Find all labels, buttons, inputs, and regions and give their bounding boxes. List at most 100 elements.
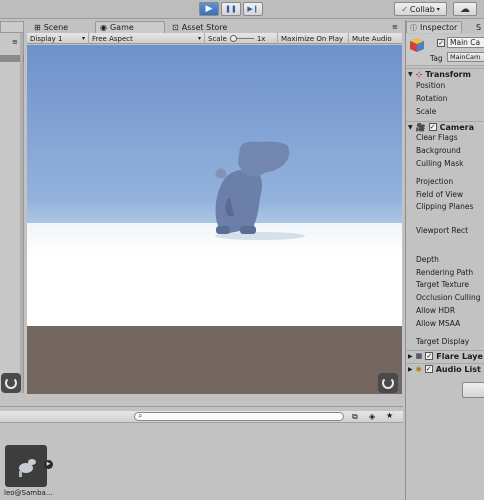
tab-game[interactable]: ◉ Game <box>95 21 165 33</box>
foldout-arrow-icon: ▶ <box>408 352 413 360</box>
pause-icon: ❚❚ <box>225 5 237 13</box>
filter-type-icon[interactable]: ⧉ <box>352 412 358 422</box>
second-tab-label: S <box>476 23 482 32</box>
refresh-icon <box>382 377 394 389</box>
hierarchy-menu-icon[interactable]: ≡ <box>12 38 18 46</box>
hierarchy-panel[interactable]: ≡ <box>0 33 24 393</box>
asset-tile[interactable] <box>5 445 47 487</box>
object-header: ✓ Main Ca Tag MainCam <box>406 34 484 66</box>
aspect-dropdown[interactable]: Free Aspect ▾ <box>89 33 205 44</box>
play-button[interactable]: ▶ <box>199 2 219 16</box>
scene-icon: ⊞ <box>34 22 41 32</box>
gameobject-cube-icon <box>410 38 424 52</box>
camera-allow-msaa-label: Allow MSAA <box>416 319 461 328</box>
aspect-label: Free Aspect <box>92 34 133 43</box>
refresh-icon <box>5 377 17 389</box>
game-panel-menu-icon[interactable]: ≡ <box>392 23 398 31</box>
object-name-field[interactable]: Main Ca <box>447 37 484 48</box>
camera-title: Camera <box>439 122 474 132</box>
tab-asset-store-label: Asset Store <box>181 22 228 32</box>
character-model <box>215 141 305 240</box>
chevron-down-icon: ▾ <box>81 35 85 42</box>
camera-culling-mask-label: Culling Mask <box>416 159 464 168</box>
game-icon: ◉ <box>100 23 107 32</box>
inspector-panel: ⓘ Inspector S ✓ Main Ca Tag MainCam ▼ ⊹ … <box>405 20 484 500</box>
project-search-field[interactable]: ⌕ <box>134 411 344 421</box>
foldout-arrow-icon: ▶ <box>408 365 413 373</box>
object-name: Main Ca <box>450 38 481 47</box>
filter-label-icon[interactable]: ◈ <box>369 412 375 421</box>
camera-header[interactable]: ▼ 🎥 ✓ Camera <box>406 121 484 132</box>
collab-label: Collab <box>409 4 435 14</box>
tab-asset-store[interactable]: ⊡ Asset Store <box>168 21 231 33</box>
audio-listener-header[interactable]: ▶ ◉ ✓ Audio List <box>406 363 484 374</box>
second-tab[interactable]: S <box>476 23 481 32</box>
left-top-tab <box>0 21 24 33</box>
viewport-gizmo-right[interactable] <box>378 373 398 393</box>
display-dropdown[interactable]: Display 1 ▾ <box>27 33 89 44</box>
audio-listener-checkbox[interactable]: ✓ <box>424 365 433 373</box>
viewport-floor <box>27 326 402 394</box>
maximize-label: Maximize On Play <box>281 34 344 43</box>
camera-target-texture-label: Target Texture <box>416 280 470 289</box>
mute-label: Mute Audio <box>352 34 392 43</box>
collab-check-icon: ✓ <box>401 4 408 14</box>
camera-clipping-planes-label: Clipping Planes <box>416 202 474 211</box>
transform-header[interactable]: ▼ ⊹ Transform <box>406 68 484 79</box>
collab-dropdown-icon: ▾ <box>436 5 440 13</box>
flare-layer-title: Flare Laye <box>436 351 483 361</box>
camera-clear-flags-label: Clear Flags <box>416 133 458 142</box>
tag-label: Tag <box>430 54 443 63</box>
audio-listener-title: Audio List <box>435 364 481 374</box>
display-label: Display 1 <box>30 34 63 43</box>
camera-occlusion-culling-label: Occlusion Culling <box>416 293 481 302</box>
asset-expand-button[interactable]: ▶ <box>44 460 53 469</box>
flare-layer-checkbox[interactable]: ✓ <box>425 352 434 360</box>
mute-audio-toggle[interactable]: Mute Audio <box>349 33 402 44</box>
pause-button[interactable]: ❚❚ <box>221 2 241 16</box>
audio-listener-icon: ◉ <box>415 365 422 373</box>
active-checkbox[interactable]: ✓ <box>437 39 445 47</box>
transform-title: Transform <box>425 69 471 79</box>
hierarchy-scrollbar[interactable] <box>20 33 23 393</box>
camera-fov-label: Field of View <box>416 190 464 199</box>
inspector-tab-label: Inspector <box>420 23 458 32</box>
scale-slider[interactable] <box>229 35 254 42</box>
play-icon: ▶ <box>205 4 213 14</box>
transform-position-label: Position <box>416 81 446 90</box>
camera-target-display-label: Target Display <box>416 337 470 346</box>
search-icon: ⌕ <box>138 411 143 420</box>
favorite-star-icon[interactable]: ★ <box>386 411 393 420</box>
tab-scene[interactable]: ⊞ Scene <box>30 21 72 33</box>
transform-scale-label: Scale <box>416 107 437 116</box>
foldout-arrow-icon: ▼ <box>408 70 413 78</box>
project-panel: ⌕ ⧉ ◈ ★ 🔒 ≡ ▶ leo@Samba... <box>0 398 403 500</box>
tab-game-label: Game <box>109 23 134 32</box>
scroll-divider <box>0 394 403 406</box>
flare-layer-icon: ▦ <box>415 352 423 360</box>
scale-slider-handle[interactable] <box>229 35 237 42</box>
cloud-icon: ☁ <box>460 3 470 15</box>
transform-axes-icon: ⊹ <box>415 69 423 79</box>
info-icon: ⓘ <box>410 23 417 32</box>
inspector-tab[interactable]: ⓘ Inspector <box>406 21 462 33</box>
camera-viewport-rect-label: Viewport Rect <box>416 226 469 235</box>
cloud-button[interactable]: ☁ <box>453 2 477 16</box>
camera-icon: 🎥 <box>415 122 426 132</box>
collab-button[interactable]: ✓ Collab ▾ <box>394 2 447 16</box>
step-button[interactable]: ▶❙ <box>243 2 263 16</box>
game-view-bar: Display 1 ▾ Free Aspect ▾ Scale 1x Maxim… <box>27 33 402 44</box>
camera-allow-hdr-label: Allow HDR <box>416 306 456 315</box>
asset-store-icon: ⊡ <box>172 22 179 32</box>
flare-layer-header[interactable]: ▶ ▦ ✓ Flare Laye <box>406 350 484 361</box>
add-component-button[interactable] <box>462 382 484 398</box>
tab-scene-label: Scene <box>43 22 69 32</box>
animation-asset-icon <box>19 459 36 477</box>
step-icon: ▶❙ <box>247 5 259 13</box>
chevron-down-icon: ▾ <box>197 35 201 42</box>
viewport-gizmo-left[interactable] <box>1 373 21 393</box>
camera-background-label: Background <box>416 146 461 155</box>
tag-dropdown[interactable]: MainCam <box>447 52 484 62</box>
maximize-on-play-toggle[interactable]: Maximize On Play <box>278 33 349 44</box>
camera-enabled-checkbox[interactable]: ✓ <box>428 123 437 131</box>
